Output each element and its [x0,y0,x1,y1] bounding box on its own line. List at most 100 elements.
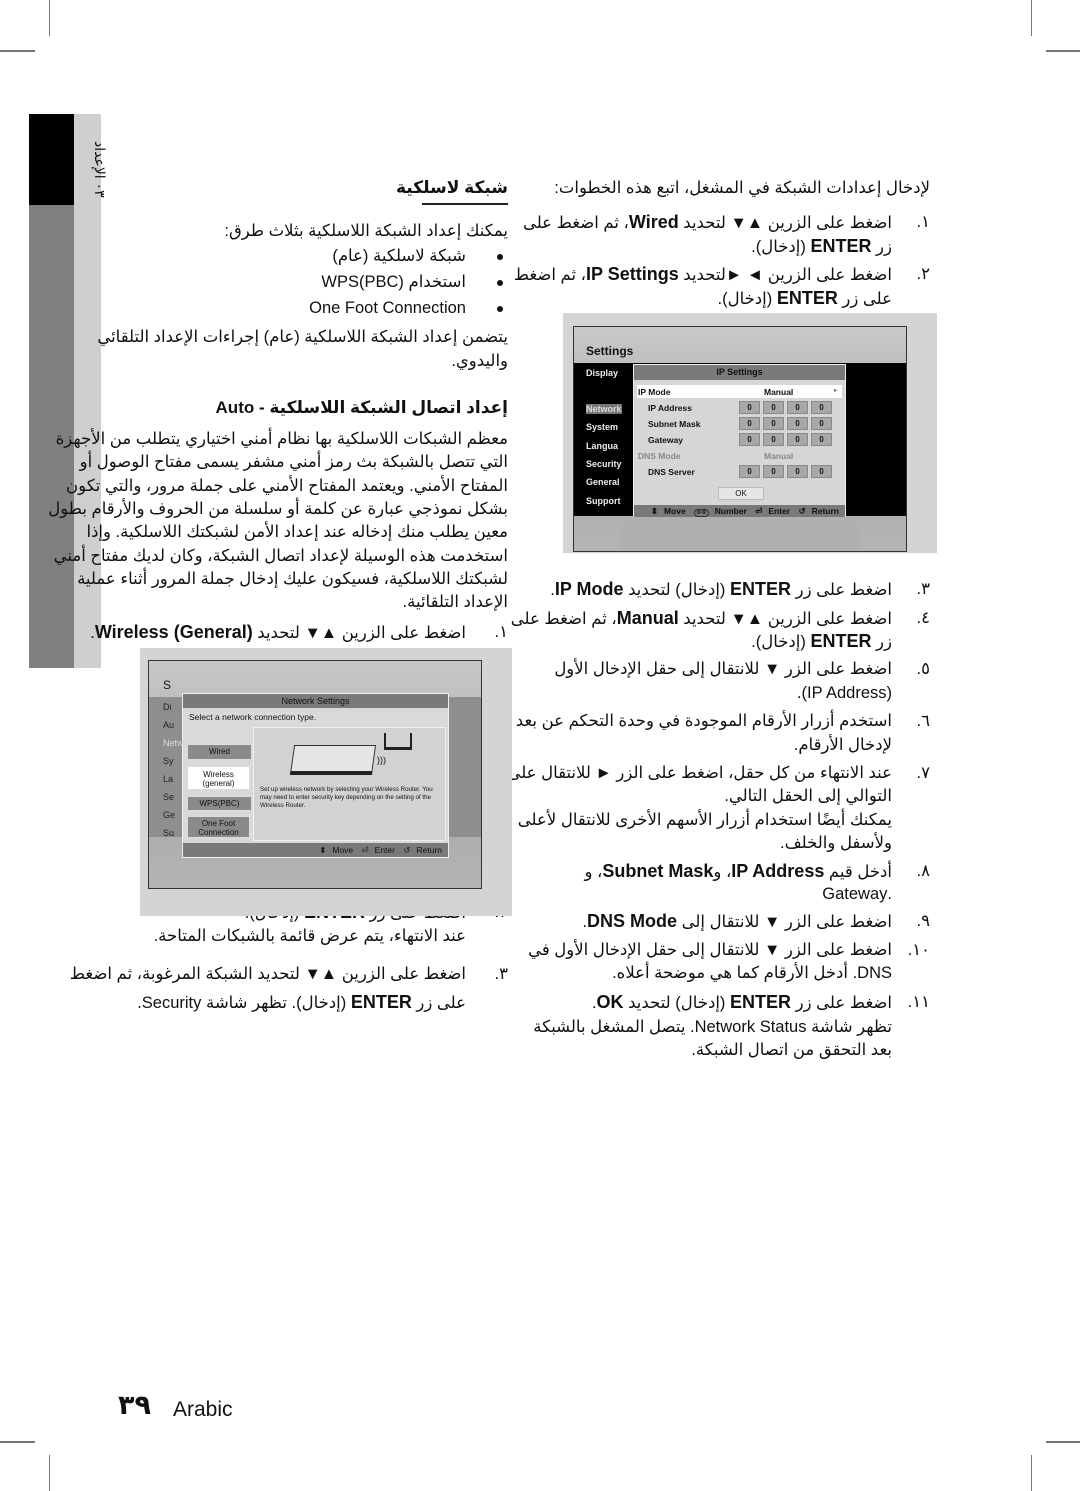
menu-item[interactable]: Sy [163,756,174,766]
bullet-item: شبكة لاسلكية (عام) [332,247,466,265]
step-number: ١٠. [907,941,930,959]
menu-item-langua[interactable]: Langua [586,441,618,451]
menu-item-display[interactable]: Display [586,368,618,378]
step-number: ٣. [494,965,508,983]
bullet-icon [497,254,503,260]
bold-term: DNS Mode [587,911,678,931]
ip-octet-field[interactable]: 0 [811,417,832,430]
text-segment: استخدم أزرار الأرقام الموجودة في وحدة ال… [515,712,892,730]
bold-term: ENTER [810,631,872,651]
ip-octet-field[interactable]: 0 [763,433,784,446]
option-wired[interactable]: Wired [187,744,252,760]
text-segment: اضغط على زر [791,581,892,599]
text-segment: عند الانتهاء من كل حقل، اضغط على الزر ► … [507,764,892,782]
language-label: Arabic [173,1398,233,1421]
menu-item[interactable]: Di [163,702,172,712]
text-segment: يمكنك أيضًا استخدام أزرار الأسهم الأخرى … [517,811,892,829]
bullet-icon [497,280,503,286]
ip-octet-field[interactable]: 0 [763,401,784,414]
left-intro: يمكنك إعداد الشبكة اللاسلكية بثلاث طرق: [224,222,508,240]
step-number: ٦. [916,712,930,730]
menu-item-security[interactable]: Security [586,459,622,469]
bold-term: Wireless (General) [94,622,253,642]
paragraph-line: المفتاح الأمني. ويعتمد المفتاح الأمني عل… [66,476,508,495]
text-segment: ، ثم اضغط على [522,214,629,232]
move-icon: ⬍ [650,506,658,516]
text-segment: (إدخال). [751,238,811,256]
bottom-panel [620,517,860,551]
text-segment: تظهر شاشة Network Status. يتصل المشغل با… [533,1018,892,1036]
crop-mark [49,0,50,36]
ip-octet-field[interactable]: 0 [811,465,832,478]
row-label: Subnet Mask [648,419,701,429]
menu-item[interactable]: La [163,774,173,784]
footer-move: Move [332,845,354,855]
option-one-foot-connection[interactable]: One Foot Connection [187,816,250,838]
row-label: IP Address [648,403,692,413]
text-line: أدخل قيم IP Address، وSubnet Mask، و [584,860,892,883]
paragraph-line: لشبكتك اللاسلكية، فسيكون عليك إدخال جملة… [77,569,508,588]
ip-octet-field[interactable]: 0 [811,433,832,446]
text-segment: اضغط على الزرين ▲▼ لتحديد [678,214,892,232]
menu-item[interactable]: Ge [163,810,175,820]
ip-octet-field[interactable]: 0 [763,465,784,478]
text-line: اضغط على الزرين ▲▼ لتحديد Manual، ثم اضغ… [511,607,892,630]
wireless-heading: شبكة لاسلكية [395,178,508,197]
ip-octet-field[interactable]: 0 [787,465,808,478]
option-wireless-general[interactable]: Wireless (general) [187,766,250,790]
ip-octet-field[interactable]: 0 [763,417,784,430]
bold-term: IP Mode [554,579,624,599]
option-wps-pbc[interactable]: WPS(PBC) [187,796,252,811]
enter-icon: ⏎ [361,845,369,855]
bold-term: IP Settings [586,264,679,284]
menu-item-general[interactable]: General [586,477,620,487]
bold-term: ENTER [810,236,872,256]
bold-term: OK [596,992,624,1012]
ip-octet-field[interactable]: 0 [787,417,808,430]
text-segment: لإدخال الأرقام. [793,736,892,754]
crop-mark [1031,0,1032,36]
paragraph-line: بشكل نموذجي عبارة عن كلمة أو سلسلة من ال… [48,499,508,518]
ip-octet-field[interactable]: 0 [787,401,808,414]
ip-octet-field[interactable]: 0 [739,401,760,414]
menu-item[interactable]: Au [163,720,174,730]
bold-term: Wired [628,212,679,232]
step-number: ١. [494,623,508,641]
text-segment: (إدخال) لتحديد [623,994,731,1012]
popup-prompt: Select a network connection type. [189,712,317,722]
ip-octet-field[interactable]: 0 [787,433,808,446]
row-label: Gateway [648,435,683,445]
bold-term: ENTER [730,992,792,1012]
text-line: اضغط على الزر ▼ للانتقال إلى DNS Mode. [582,910,892,933]
menu-item-network[interactable]: Network [586,404,622,414]
paragraph-line: الإعداد التلقائية. [402,593,508,612]
paragraph-line: يتضمن إعداد الشبكة اللاسلكية (عام) إجراء… [97,328,508,346]
return-icon: ↺ [798,506,806,516]
ip-octet-field[interactable]: 0 [739,417,760,430]
menu-item[interactable]: Su [163,828,174,838]
text-segment: أدخل قيم [824,863,892,881]
menu-item[interactable]: Se [163,792,174,802]
text-line: اضغط على الزر ▼ للانتقال إلى حقل الإدخال… [554,658,892,680]
crop-mark [1031,1455,1032,1491]
crop-mark [0,50,35,52]
text-segment: اضغط على زر [791,994,892,1012]
ip-octet-field[interactable]: 0 [811,401,832,414]
ok-button[interactable]: OK [718,487,764,500]
text-segment: ، و [713,863,732,881]
footer-move: Move [663,506,686,516]
ip-octet-field[interactable]: 0 [739,465,760,478]
popup-footer: ⬍ Move ⏎ Enter ↺ Return [183,843,448,857]
text-segment: (إدخال) لتحديد [623,581,731,599]
step-number: ٧. [916,764,930,782]
bold-term: IP Address [731,861,825,881]
text-segment: التوالي إلى الحقل التالي. [724,787,892,805]
row-value: Manual [764,451,794,461]
row-value[interactable]: Manual [764,387,793,397]
info-description: Set up wireless network by selecting you… [260,786,433,809]
text-line: تظهر شاشة Network Status. يتصل المشغل با… [533,1016,892,1038]
menu-item[interactable]: Netw [163,738,184,748]
menu-item-support[interactable]: Support [586,496,621,506]
menu-item-system[interactable]: System [586,422,618,432]
ip-octet-field[interactable]: 0 [739,433,760,446]
